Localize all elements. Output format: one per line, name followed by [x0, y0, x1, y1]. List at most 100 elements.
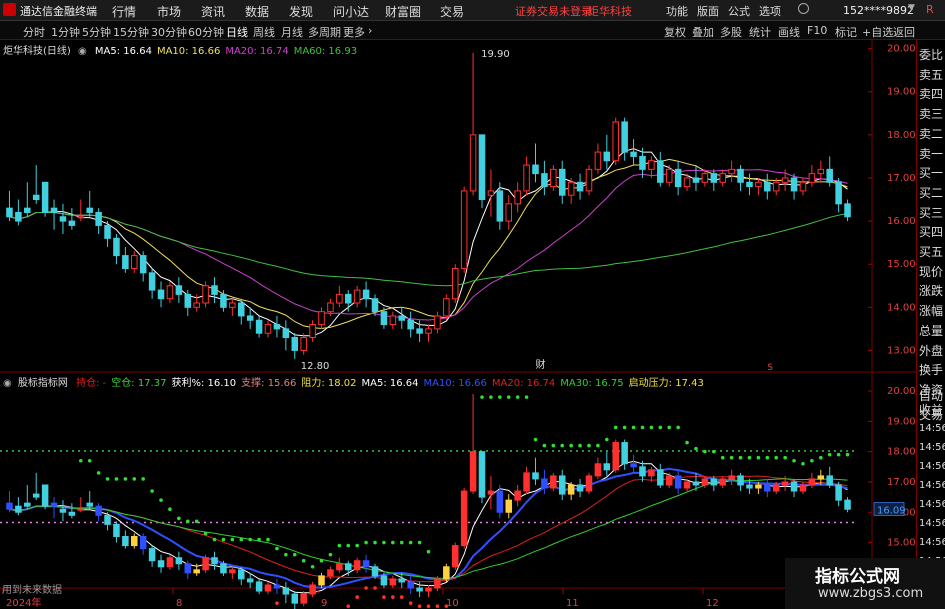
- sub-candle-body-47: [425, 587, 432, 592]
- sub-resist-dot-67: [605, 437, 609, 442]
- toolbar-f10[interactable]: F10: [807, 24, 827, 37]
- toolbar-multi-stock[interactable]: 多股: [720, 24, 742, 40]
- period-tab-daily[interactable]: 日线: [226, 24, 248, 40]
- indicator-settings-icon[interactable]: ◉: [3, 378, 12, 389]
- sub-resist-dot-37: [337, 543, 342, 548]
- sub-resist-dot-34: [310, 564, 315, 569]
- period-tab-5min[interactable]: 5分钟: [82, 24, 111, 40]
- period-tab-60min[interactable]: 60分钟: [188, 24, 224, 40]
- toolbar-draw[interactable]: 画线: [778, 24, 800, 40]
- side-label-13[interactable]: 涨幅: [919, 302, 943, 319]
- search-icon[interactable]: [798, 3, 809, 14]
- side-label-8[interactable]: 买三: [919, 204, 943, 221]
- side-label-4[interactable]: 卖二: [919, 125, 943, 142]
- sub-resist-dot-15: [141, 477, 145, 481]
- sub-candle-body-61: [550, 475, 557, 489]
- toolbar-stats[interactable]: 统计: [749, 24, 771, 40]
- period-tab-monthly[interactable]: 月线: [281, 24, 303, 40]
- menu-item-options[interactable]: 选项: [759, 3, 781, 19]
- period-tab-more[interactable]: 更多: [343, 24, 365, 40]
- side-label-2[interactable]: 卖四: [919, 85, 943, 102]
- trade-time-1: 14:56: [919, 442, 945, 453]
- toolbar-restore-right[interactable]: 复权: [664, 24, 686, 40]
- main-candle-body-20: [184, 293, 192, 308]
- sub-candle-body-85: [764, 484, 771, 492]
- menu-item-formula[interactable]: 公式: [728, 3, 750, 19]
- high-price-label: 19.90: [481, 49, 510, 60]
- sub-candle-body-45: [407, 581, 414, 589]
- menu-item-trade[interactable]: 交易: [440, 3, 464, 20]
- toolbar-add-favorite[interactable]: +自选: [862, 24, 893, 40]
- side-label-20[interactable]: 交易: [919, 406, 943, 423]
- sub-candle-body-63: [567, 484, 575, 495]
- side-label-9[interactable]: 买四: [919, 223, 943, 240]
- menu-item-news[interactable]: 资讯: [201, 3, 225, 20]
- settings-icon[interactable]: ◉: [78, 46, 87, 57]
- main-candle-body-86: [772, 181, 780, 192]
- user-account[interactable]: 152****9892: [843, 4, 914, 17]
- sub-candle-body-10: [95, 505, 102, 516]
- main-candle-body-49: [443, 298, 450, 317]
- sub-candle-body-44: [398, 578, 406, 583]
- period-tab-1min[interactable]: 1分钟: [51, 24, 80, 40]
- side-label-12[interactable]: 涨跌: [919, 282, 943, 299]
- menu-item-market[interactable]: 行情: [112, 3, 136, 20]
- side-label-3[interactable]: 卖三: [919, 105, 943, 122]
- main-ytick-label-3: 17.00: [887, 173, 916, 184]
- period-tab-15min[interactable]: 15分钟: [113, 24, 149, 40]
- sub-resist-dot-84: [756, 455, 761, 460]
- xaxis-label-2: 9: [321, 598, 327, 609]
- period-tab-timeshare[interactable]: 分时: [23, 24, 45, 40]
- side-label-6[interactable]: 买一: [919, 164, 943, 181]
- menu-item-discover[interactable]: 发现: [289, 3, 313, 20]
- sub-candle-body-11: [104, 514, 111, 525]
- sub-legend-item-1: 空仓: 17.37: [111, 378, 167, 389]
- sub-candle-body-94: [844, 499, 851, 510]
- main-candle-body-70: [630, 151, 637, 157]
- period-tab-multi[interactable]: 多周期: [308, 24, 341, 40]
- sub-resist-dot-79: [712, 449, 716, 454]
- sub-support-dot-41: [373, 586, 377, 590]
- period-tab-weekly[interactable]: 周线: [253, 24, 275, 40]
- side-label-16[interactable]: 换手: [919, 361, 943, 378]
- side-label-10[interactable]: 买五: [919, 243, 943, 260]
- toolbar-back[interactable]: 返回: [893, 24, 915, 40]
- main-candle-body-40: [362, 289, 370, 300]
- main-candle-body-91: [817, 168, 825, 175]
- menu-item-data[interactable]: 数据: [245, 3, 269, 20]
- sub-resist-dot-19: [177, 516, 181, 521]
- sub-candle-body-67: [603, 463, 611, 471]
- menu-item-market-list[interactable]: 市场: [157, 3, 181, 20]
- low-price-label: 12.80: [301, 361, 330, 372]
- sub-candle-body-68: [612, 442, 619, 471]
- side-label-0[interactable]: 委比: [919, 46, 943, 63]
- menu-item-ask[interactable]: 问小达: [333, 3, 369, 20]
- watermark-title: 指标公式网: [815, 567, 900, 587]
- side-label-15[interactable]: 外盘: [919, 342, 943, 359]
- sub-candle-body-62: [558, 475, 566, 495]
- side-label-1[interactable]: 卖五: [919, 66, 943, 83]
- toolbar-mark-icon[interactable]: 标记: [835, 24, 857, 40]
- watermark: 指标公式网 www.zbgs3.com: [785, 558, 945, 609]
- toolbar-overlay[interactable]: 叠加: [692, 24, 714, 40]
- side-label-7[interactable]: 买二: [919, 184, 943, 201]
- side-label-11[interactable]: 现价: [919, 263, 943, 280]
- period-tab-30min[interactable]: 30分钟: [151, 24, 187, 40]
- sub-candle-body-64: [576, 484, 584, 492]
- menu-item-wealth[interactable]: 财富圈: [385, 3, 421, 20]
- main-candle-body-9: [86, 207, 93, 213]
- chevron-right-icon[interactable]: ›: [368, 24, 372, 37]
- login-warning[interactable]: 证券交易未登录: [515, 3, 592, 19]
- side-label-14[interactable]: 总量: [919, 322, 943, 339]
- sub-resist-dot-75: [676, 425, 680, 430]
- sub-candle-body-92: [826, 475, 833, 486]
- menu-item-function[interactable]: 功能: [666, 3, 688, 19]
- main-candle-body-64: [576, 181, 584, 192]
- sub-support-dot-46: [417, 604, 422, 608]
- menu-item-layout[interactable]: 版面: [697, 3, 719, 19]
- side-label-19[interactable]: 自动: [919, 387, 943, 404]
- sub-resist-dot-69: [622, 425, 627, 430]
- sub-resist-dot-80: [720, 455, 725, 460]
- user-dropdown-icon[interactable]: ▼: [908, 3, 915, 13]
- side-label-5[interactable]: 卖一: [919, 145, 943, 162]
